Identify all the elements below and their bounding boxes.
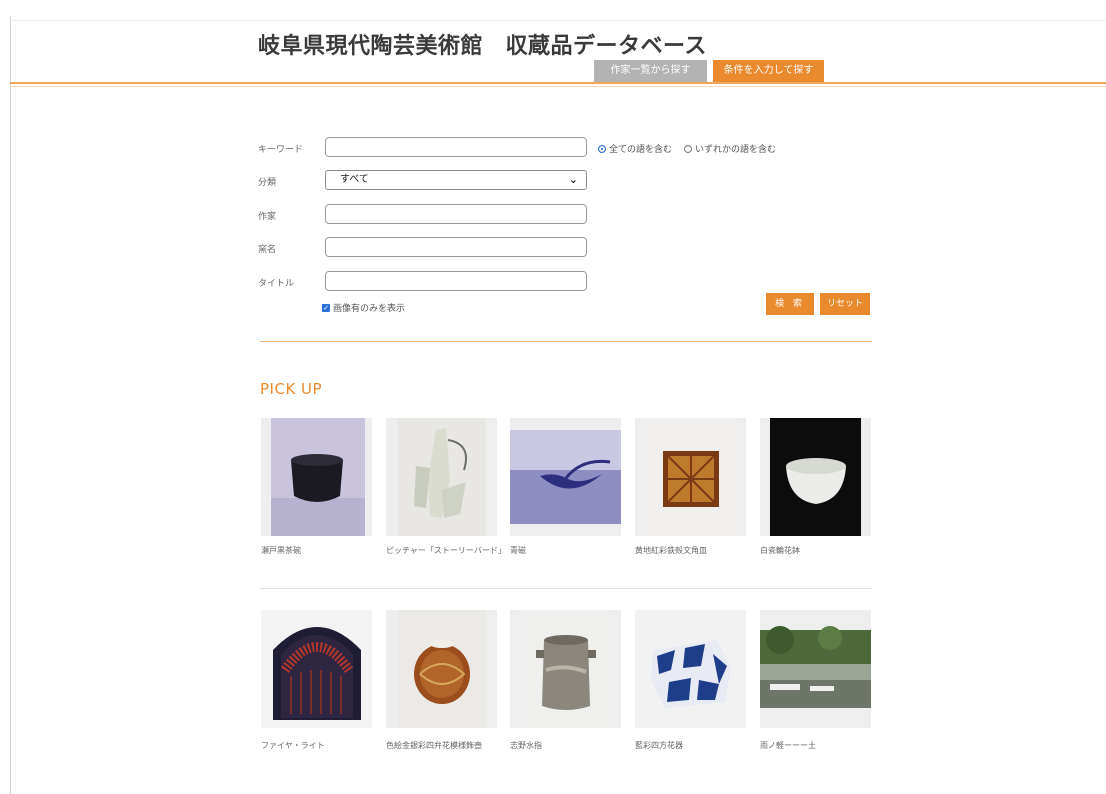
pickup-item-image[interactable]	[510, 418, 621, 536]
page-left-border	[10, 16, 11, 794]
square-plate-photo	[643, 418, 738, 536]
pickup-item-caption[interactable]: ピッチャー「ストーリーバード」	[386, 545, 506, 557]
radio-all-words-label: 全ての語を含む	[609, 145, 673, 155]
keyword-label: キーワード	[258, 145, 304, 155]
keyword-match-options: 全ての語を含む いずれかの語を含む	[598, 142, 776, 155]
keyword-input[interactable]	[325, 137, 587, 157]
pickup-item-image[interactable]	[635, 418, 746, 536]
pickup-heading: PICK UP	[260, 380, 323, 398]
garden-installation-photo	[760, 626, 871, 708]
pickup-item-caption[interactable]: ファイヤ・ライト	[261, 740, 379, 752]
radio-any-words[interactable]	[684, 144, 693, 153]
site-title: 岐阜県現代陶芸美術館 収蔵品データベース	[258, 34, 707, 59]
pickup-item-caption[interactable]: 色絵金銀彩四弁花模様飾壺	[386, 740, 504, 752]
title-label: タイトル	[258, 279, 295, 289]
pickup-item-caption[interactable]: 白瓷輪花鉢	[760, 545, 878, 557]
header-divider	[10, 82, 1106, 84]
title-input[interactable]	[325, 271, 587, 291]
radio-any-words-label: いずれかの語を含む	[695, 145, 777, 155]
pickup-item-image[interactable]	[386, 610, 497, 728]
images-only-checkbox[interactable]: ✓	[322, 303, 330, 312]
category-label: 分類	[258, 178, 277, 188]
fire-light-photo	[261, 610, 372, 728]
category-select[interactable]: すべて ⌄	[325, 170, 587, 190]
black-tea-bowl-photo	[271, 418, 365, 536]
tab-condition-search[interactable]: 条件を入力して探す	[713, 60, 824, 82]
pickup-item-image[interactable]	[510, 610, 621, 728]
row-divider	[260, 588, 872, 589]
pickup-item-caption[interactable]: 志野水指	[510, 740, 628, 752]
celadon-photo	[510, 430, 621, 524]
white-bowl-photo	[770, 418, 861, 536]
tab-artist-list[interactable]: 作家一覧から探す	[594, 60, 707, 82]
radio-all-words[interactable]	[598, 144, 606, 153]
pickup-item-caption[interactable]: 黄地紅彩鉄殻文角皿	[635, 545, 753, 557]
pickup-item-caption[interactable]: 雨ノ軽ーーー土	[760, 740, 878, 752]
pickup-item-image[interactable]	[635, 610, 746, 728]
reset-button[interactable]: リセット	[820, 293, 870, 315]
pickup-item-image[interactable]	[760, 418, 871, 536]
pitcher-photo	[398, 418, 486, 536]
kiln-input[interactable]	[325, 237, 587, 257]
water-jar-photo	[524, 610, 608, 728]
pickup-item-caption[interactable]: 青磁	[510, 545, 628, 557]
pickup-item-image[interactable]	[261, 418, 372, 536]
images-only-label: 画像有のみを表示	[333, 304, 406, 314]
artist-input[interactable]	[325, 204, 587, 224]
chevron-down-icon: ⌄	[568, 173, 578, 186]
header-divider-light	[10, 86, 1106, 87]
images-only-option: ✓ 画像有のみを表示	[322, 301, 405, 314]
blue-vessel-photo	[635, 610, 746, 728]
pickup-item-caption[interactable]: 瀬戸黒茶碗	[261, 545, 379, 557]
category-selected-value: すべて	[340, 174, 369, 185]
search-button[interactable]: 検 索	[766, 293, 814, 315]
kiln-label: 窯名	[258, 245, 277, 255]
pickup-item-caption[interactable]: 藍彩四方花器	[635, 740, 753, 752]
pickup-item-image[interactable]	[760, 610, 871, 728]
pickup-item-image[interactable]	[261, 610, 372, 728]
section-divider	[260, 341, 872, 342]
artist-label: 作家	[258, 212, 277, 222]
page-top-border	[10, 20, 1106, 21]
decorated-jar-photo	[398, 610, 486, 728]
pickup-item-image[interactable]	[386, 418, 497, 536]
